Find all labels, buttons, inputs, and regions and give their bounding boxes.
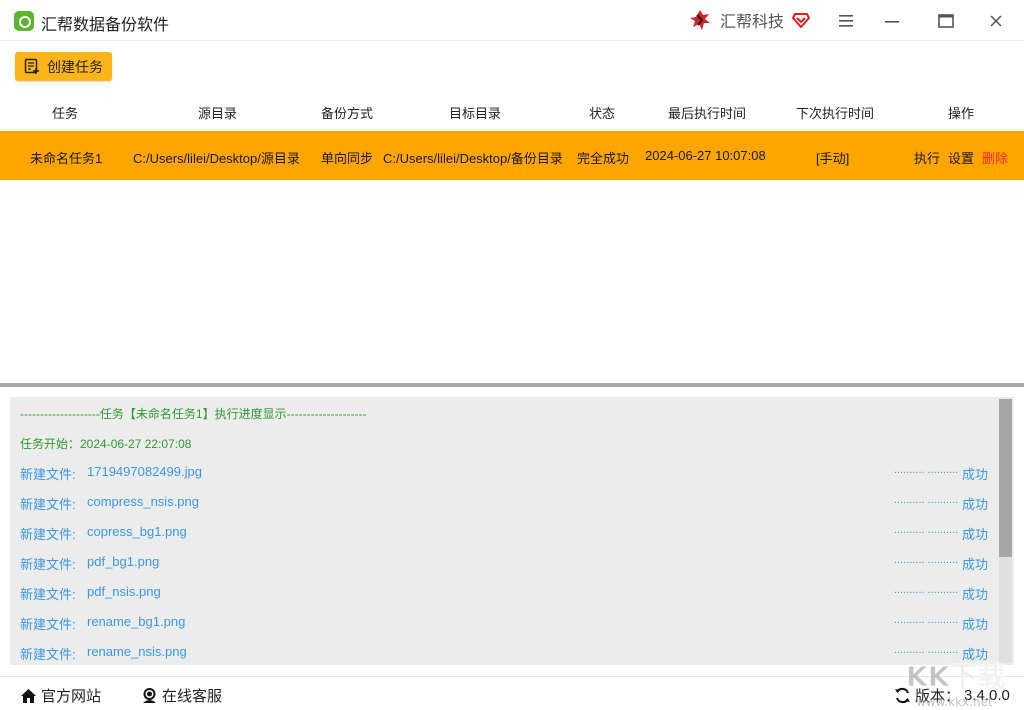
menu-button[interactable] (834, 9, 858, 33)
log-line-label: 新建文件: (20, 464, 76, 483)
column-header-task[interactable]: 任务 (52, 103, 78, 122)
log-file-name: rename_nsis.png (87, 644, 187, 659)
official-website-link[interactable]: 官方网站 (20, 685, 101, 706)
table-row[interactable]: 未命名任务1 C:/Users/lilei/Desktop/源目录 单向同步 C… (0, 131, 1024, 180)
task-method: 单向同步 (321, 148, 373, 167)
task-status: 完全成功 (577, 148, 629, 167)
close-button[interactable] (984, 9, 1008, 33)
run-task-link[interactable]: 执行 (914, 148, 940, 167)
online-support-label: 在线客服 (162, 685, 222, 706)
list-item: 新建文件: compress_nsis.png .......... .....… (10, 494, 1000, 514)
log-dots: .......... .......... (894, 464, 958, 476)
delete-task-link[interactable]: 删除 (982, 148, 1008, 167)
log-line-label: 新建文件: (20, 524, 76, 543)
version-info[interactable]: 版本： 3.4.0.0 (894, 685, 1010, 706)
column-header-method[interactable]: 备份方式 (321, 103, 373, 122)
version-label: 版本： (915, 685, 960, 706)
list-item: 新建文件: rename_bg1.png .......... ........… (10, 614, 1000, 634)
minimize-button[interactable] (880, 9, 904, 33)
log-line-label: 新建文件: (20, 494, 76, 513)
vip-diamond-icon[interactable] (792, 11, 810, 29)
menu-icon (839, 15, 853, 27)
log-result: 成功 (962, 524, 988, 543)
task-target: C:/Users/lilei/Desktop/备份目录 (383, 148, 563, 167)
create-task-label: 创建任务 (47, 57, 103, 77)
column-header-target[interactable]: 目标目录 (449, 103, 501, 122)
log-result: 成功 (962, 614, 988, 633)
log-start-time: 任务开始：2024-06-27 22:07:08 (20, 435, 191, 452)
log-scrollbar[interactable] (999, 399, 1012, 663)
app-title: 汇帮数据备份软件 (41, 11, 169, 35)
column-header-last-run[interactable]: 最后执行时间 (668, 103, 746, 122)
log-result: 成功 (962, 494, 988, 513)
log-dots: .......... .......... (894, 524, 958, 536)
list-item: 新建文件: rename_nsis.png .......... .......… (10, 644, 1000, 664)
log-header: --------------------任务【未命名任务1】执行进度显示----… (20, 405, 367, 422)
task-next-run: [手动] (816, 148, 849, 167)
log-dots: .......... .......... (894, 494, 958, 506)
log-line-label: 新建文件: (20, 554, 76, 573)
create-task-icon (24, 58, 41, 75)
column-header-source[interactable]: 源目录 (198, 103, 237, 122)
list-item: 新建文件: pdf_nsis.png .......... ..........… (10, 584, 1000, 604)
log-result: 成功 (962, 644, 988, 663)
online-support-link[interactable]: 在线客服 (141, 685, 222, 706)
progress-log-panel: --------------------任务【未命名任务1】执行进度显示----… (10, 397, 1014, 665)
list-item: 新建文件: copress_bg1.png .......... .......… (10, 524, 1000, 544)
log-file-name: compress_nsis.png (87, 494, 199, 509)
brand-name: 汇帮科技 (720, 8, 784, 32)
log-line-label: 新建文件: (20, 644, 76, 663)
task-source: C:/Users/lilei/Desktop/源目录 (133, 148, 300, 167)
log-result: 成功 (962, 584, 988, 603)
refresh-icon (894, 687, 911, 704)
log-file-name: copress_bg1.png (87, 524, 187, 539)
log-dots: .......... .......... (894, 644, 958, 656)
task-table-header: 任务 源目录 备份方式 目标目录 状态 最后执行时间 下次执行时间 操作 (0, 96, 1024, 126)
column-header-status[interactable]: 状态 (589, 103, 615, 122)
log-scroll-thumb[interactable] (999, 399, 1012, 557)
create-task-button[interactable]: 创建任务 (15, 52, 112, 81)
log-result: 成功 (962, 464, 988, 483)
task-settings-link[interactable]: 设置 (948, 148, 974, 167)
support-icon (141, 687, 158, 704)
log-file-name: rename_bg1.png (87, 614, 185, 629)
log-line-label: 新建文件: (20, 584, 76, 603)
status-bar: 官方网站 在线客服 版本： 3.4.0.0 (0, 676, 1024, 710)
official-website-label: 官方网站 (41, 685, 101, 706)
column-header-actions: 操作 (948, 103, 974, 122)
brand-logo-icon (689, 9, 711, 31)
log-dots: .......... .......... (894, 554, 958, 566)
home-icon (20, 688, 37, 704)
close-icon (990, 15, 1002, 27)
app-logo-icon (14, 11, 34, 31)
list-item: 新建文件: 1719497082499.jpg .......... .....… (10, 464, 1000, 484)
log-file-name: pdf_bg1.png (87, 554, 159, 569)
task-last-run: 2024-06-27 10:07:08 (645, 148, 766, 163)
panel-splitter[interactable] (0, 383, 1024, 387)
log-line-label: 新建文件: (20, 614, 76, 633)
log-dots: .......... .......... (894, 584, 958, 596)
version-number: 3.4.0.0 (964, 687, 1010, 704)
brand[interactable]: 汇帮科技 (689, 9, 810, 31)
log-file-name: 1719497082499.jpg (87, 464, 202, 479)
column-header-next-run[interactable]: 下次执行时间 (796, 103, 874, 122)
task-name: 未命名任务1 (30, 148, 102, 167)
log-result: 成功 (962, 554, 988, 573)
list-item: 新建文件: pdf_bg1.png .......... .......... … (10, 554, 1000, 574)
log-file-name: pdf_nsis.png (87, 584, 161, 599)
title-bar: 汇帮数据备份软件 汇帮科技 (0, 0, 1024, 41)
maximize-icon (938, 14, 954, 28)
minimize-icon (885, 15, 899, 27)
log-dots: .......... .......... (894, 614, 958, 626)
maximize-button[interactable] (934, 9, 958, 33)
